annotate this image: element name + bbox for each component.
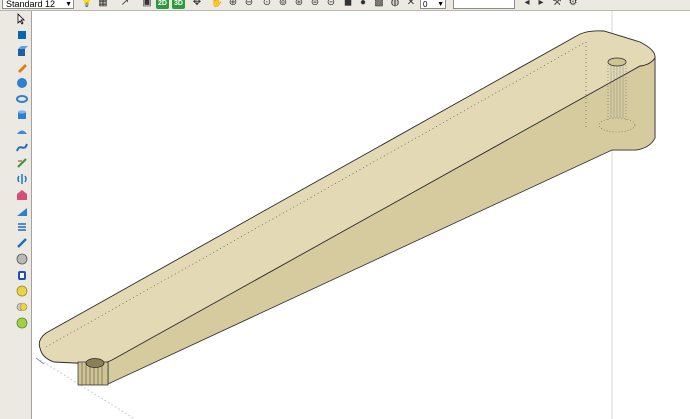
grid-icon[interactable]: ▦ xyxy=(96,0,110,9)
intersect-icon xyxy=(16,303,27,311)
tools-icon[interactable]: ⚒ xyxy=(550,0,564,9)
sphere-icon xyxy=(16,78,27,88)
zoom-fit-icon[interactable]: ⊛ xyxy=(292,0,306,9)
wedge-tool[interactable] xyxy=(14,204,29,218)
arrow-right-icon[interactable]: ▸ xyxy=(534,0,548,9)
view-2d-button[interactable]: 2D xyxy=(156,0,169,9)
numeric-select-value: 0 xyxy=(423,0,428,9)
chevron-down-icon: ▼ xyxy=(65,1,72,8)
boolean-tool[interactable] xyxy=(14,236,29,250)
bulb-icon[interactable]: 💡 xyxy=(80,0,94,9)
extrude-icon xyxy=(16,130,27,134)
subtract-icon xyxy=(16,285,27,297)
zoom-extents-icon[interactable]: ⊝ xyxy=(324,0,338,9)
arrow-left-icon[interactable]: ◂ xyxy=(520,0,534,9)
left-toolbar xyxy=(12,11,32,419)
top-face xyxy=(38,30,656,365)
cylinder-tool[interactable] xyxy=(14,108,29,122)
text-input-box[interactable] xyxy=(453,0,515,9)
thread-tool[interactable] xyxy=(14,220,29,234)
pipe-icon xyxy=(16,158,27,168)
render-sphere-icon[interactable]: ◍ xyxy=(388,0,402,9)
pointer-tool[interactable] xyxy=(14,12,29,26)
chevron-down-icon: ▼ xyxy=(437,1,444,8)
model-scene xyxy=(35,11,656,419)
hatch-icon[interactable]: ▩ xyxy=(372,0,386,9)
settings-icon[interactable]: ⚙ xyxy=(566,0,580,9)
box-tool[interactable] xyxy=(14,44,29,58)
solid-tool[interactable] xyxy=(14,316,29,330)
sweep-tool[interactable] xyxy=(14,140,29,154)
wedge-icon xyxy=(16,208,27,216)
box-icon xyxy=(17,46,28,56)
sphere-tool[interactable] xyxy=(14,76,29,90)
extrude-tool[interactable] xyxy=(14,124,29,138)
export-icon[interactable]: ▣ xyxy=(140,0,154,9)
drawing-viewport[interactable] xyxy=(32,11,690,419)
zoom-all-icon[interactable]: ⊚ xyxy=(276,0,290,9)
material-sphere-icon[interactable]: ● xyxy=(356,0,370,9)
arrow-icon[interactable]: ↗ xyxy=(118,0,132,9)
thread-icon xyxy=(17,223,26,231)
revolve-tool[interactable] xyxy=(14,172,29,186)
shade-cube-icon[interactable]: ◼ xyxy=(341,0,355,9)
zoom-previous-icon[interactable]: ⊜ xyxy=(308,0,322,9)
far-hole-top xyxy=(607,57,627,67)
orbit-icon[interactable]: ✥ xyxy=(190,0,204,9)
union-icon xyxy=(17,271,26,280)
solid-sphere-icon xyxy=(16,317,27,329)
origin-marker xyxy=(35,357,45,365)
pencil-tool[interactable] xyxy=(14,60,29,74)
intersect-tool[interactable] xyxy=(14,300,29,314)
pan-icon[interactable]: ✋ xyxy=(210,0,224,9)
sweep-icon xyxy=(15,143,28,152)
zoom-out-icon[interactable]: ⊖ xyxy=(242,0,256,9)
text-style-value: Standard 12 xyxy=(6,0,56,9)
pointer-icon xyxy=(17,13,25,25)
revolve-icon xyxy=(16,174,27,184)
pipe-tool[interactable] xyxy=(14,156,29,170)
zoom-in-icon[interactable]: ⊕ xyxy=(226,0,240,9)
bevel-icon xyxy=(16,190,27,200)
union-tool[interactable] xyxy=(14,268,29,282)
torus-tool[interactable] xyxy=(14,92,29,106)
zoom-window-icon[interactable]: ⊙ xyxy=(260,0,274,9)
view-3d-button[interactable]: 3D xyxy=(172,0,185,9)
select-tool[interactable] xyxy=(14,28,29,42)
torus-icon xyxy=(15,95,28,103)
bevel-tool[interactable] xyxy=(14,188,29,202)
boolean-icon xyxy=(16,238,27,248)
select-icon xyxy=(17,31,26,39)
top-toolbar: Standard 12 ▼ 💡 ▦ ↗ ▣ 2D 3D ✥ ✋ ⊕ ⊖ ⊙ ⊚ … xyxy=(0,0,690,11)
numeric-select[interactable]: 0 ▼ xyxy=(420,0,446,9)
ellipse-tool[interactable] xyxy=(14,252,29,266)
cylinder-icon xyxy=(17,110,26,119)
text-style-select[interactable]: Standard 12 ▼ xyxy=(2,0,74,9)
ellipse-icon xyxy=(16,253,27,265)
near-hole xyxy=(85,358,105,368)
subtract-tool[interactable] xyxy=(14,284,29,298)
pencil-icon xyxy=(17,64,27,73)
side-face xyxy=(107,56,656,385)
layer-icon[interactable]: ✕ xyxy=(404,0,418,9)
